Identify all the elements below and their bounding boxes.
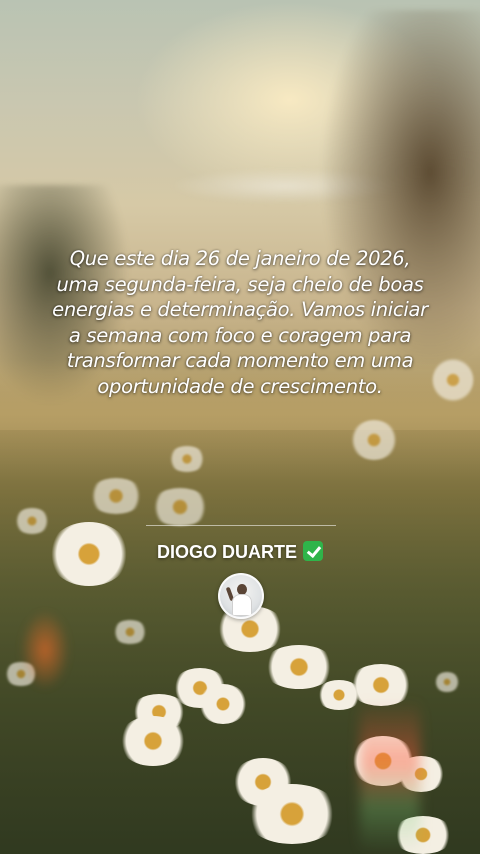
daisy-flower [434,672,460,692]
daisy-flower [14,508,50,534]
daisy-flower [432,358,474,402]
story-frame: Que este dia 26 de janeiro de 2026, uma … [0,0,480,854]
daisy-flower [168,446,206,472]
check-mark-button-icon [303,541,323,561]
avatar-body [232,594,252,616]
light-flare [20,610,70,690]
daisy-flower [88,478,144,514]
light-flare [360,700,420,854]
daisy-flower [350,420,398,460]
daisy-flower [316,680,362,710]
daisy-flower [150,488,210,526]
author-line: DIOGO DUARTE [0,541,480,563]
daisy-flower [244,784,340,844]
daisy-flower [118,716,188,766]
divider-line [146,525,336,526]
author-name: DIOGO DUARTE [156,542,297,562]
author-avatar[interactable] [218,573,264,619]
daisy-flower [112,620,148,644]
daisy-flower [198,684,248,724]
quote-text: Que este dia 26 de janeiro de 2026, uma … [52,247,428,398]
